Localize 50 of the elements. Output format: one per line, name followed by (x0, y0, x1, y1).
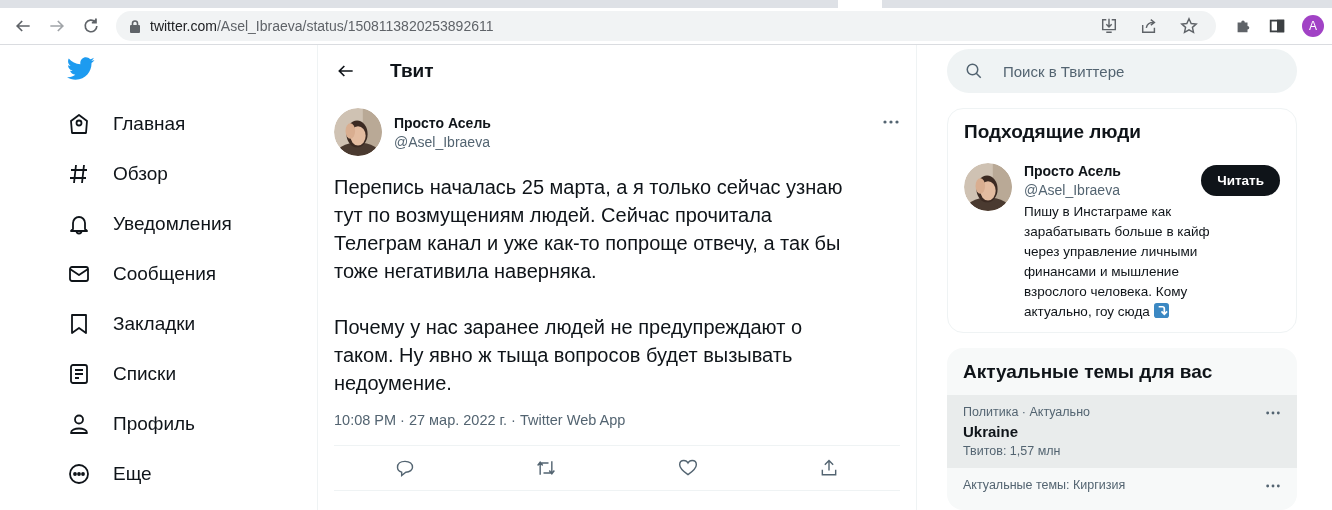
arrow-emoji-icon (1153, 303, 1169, 318)
bird-logo-icon[interactable] (67, 57, 95, 81)
nav-item[interactable]: Профиль (67, 399, 196, 449)
side-panel-icon[interactable] (1268, 17, 1286, 35)
follow-button[interactable]: Читать (1201, 165, 1280, 196)
trend-name: Ukraine (963, 423, 1020, 440)
card-title: Подходящие люди (964, 121, 1142, 143)
more-icon[interactable] (1265, 484, 1281, 488)
user-name[interactable]: Просто Асель (1024, 163, 1202, 179)
author-handle[interactable]: @Asel_Ibraeva (394, 133, 870, 150)
user-handle[interactable]: @Asel_Ibraeva (1024, 182, 1202, 198)
profile-avatar[interactable]: A (1302, 15, 1324, 37)
tweet-timestamp[interactable]: 10:08 PM · 27 мар. 2022 г. · Twitter Web App (334, 412, 900, 446)
list-icon (67, 362, 91, 386)
nav-item[interactable]: Сообщения (67, 249, 217, 299)
nav-item[interactable]: Уведомления (67, 199, 232, 249)
user-bio: Пишу в Инстаграме как зарабатывать больше в кайф через управление личными финансами и мышление взрослого человека. Кому актуально, гоу сюда (1024, 203, 1211, 321)
lock-icon (130, 19, 140, 33)
nav-item[interactable]: Главная (67, 99, 186, 149)
tweet-count: Твитов: 1,57 млн (963, 444, 1062, 458)
nav-item[interactable]: Списки (67, 349, 177, 399)
tweet-text: Почему у нас заранее людей не предупреждают о таком. Ну явно ж тыща вопросов будет вызывать недоумение. (334, 315, 803, 396)
reply-icon[interactable] (394, 458, 415, 478)
trend-category: Политика · Актуально (963, 405, 1091, 419)
search-input[interactable]: Поиск в Твиттере (1001, 61, 1279, 81)
share-icon[interactable] (1140, 17, 1158, 35)
trend-item[interactable]: Политика · Актуально Ukraine Твитов: 1,57 млн (947, 395, 1297, 468)
more-icon (67, 462, 91, 486)
nav-item[interactable]: Обзор (67, 149, 168, 199)
person-icon (67, 412, 91, 436)
more-icon[interactable] (882, 120, 900, 124)
url-text: twitter.com/Asel_Ibraeva/status/1508113820253892611 (150, 18, 494, 34)
page-title: Твит (390, 60, 434, 82)
search-icon (965, 62, 983, 80)
heart-icon[interactable] (677, 458, 698, 478)
reload-icon (81, 16, 101, 36)
card-title: Актуальные темы для вас (962, 361, 1214, 383)
search-field[interactable]: Поиск в Твиттере (947, 49, 1297, 93)
nav-item[interactable]: Закладки (67, 299, 196, 349)
trend-item[interactable]: Актуальные темы: Киргизия (947, 468, 1297, 502)
trend-category: Актуальные темы: Киргизия (963, 478, 1127, 492)
star-icon[interactable] (1180, 17, 1198, 35)
more-icon[interactable] (1265, 411, 1281, 415)
tweet-text: Перепись началась 25 марта, а я только сейчас узнаю тут по возмущениям людей. Сейчас прочитала Телеграм канал и уже как-то попроще отвечу, а так бы тоже негативила наверняка. (334, 175, 844, 284)
home-icon (67, 112, 91, 136)
retweet-icon[interactable] (536, 458, 557, 478)
install-icon[interactable] (1100, 17, 1118, 35)
nav-item[interactable]: Еще (67, 449, 152, 499)
author-name[interactable]: Просто Асель (394, 114, 870, 131)
address-bar[interactable]: twitter.com/Asel_Ibraeva/status/1508113820253892611 (116, 11, 1216, 41)
